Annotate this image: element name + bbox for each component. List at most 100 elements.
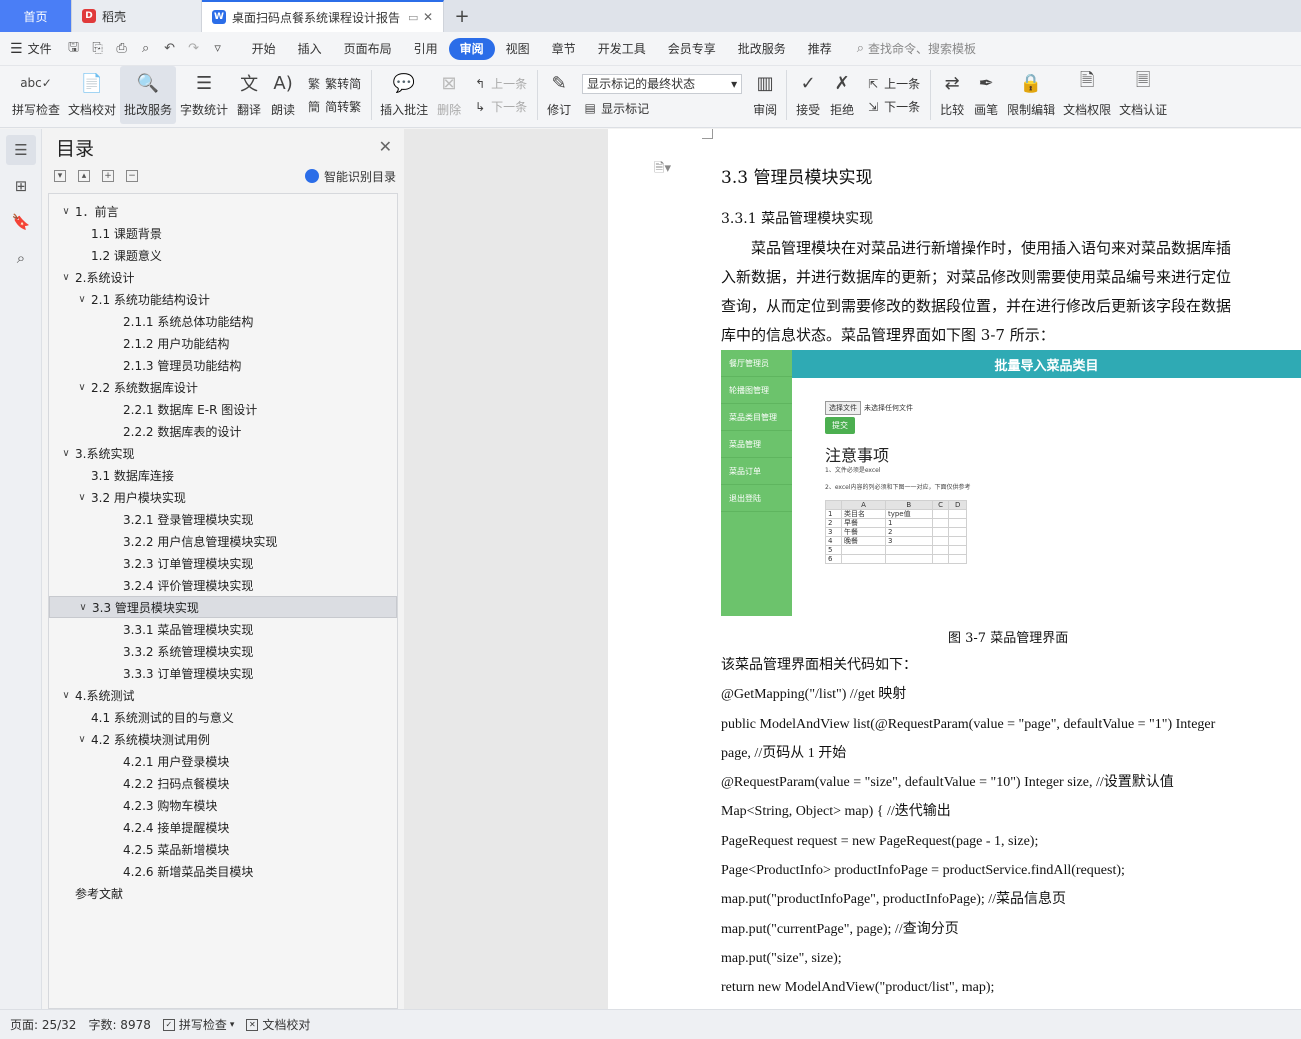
toc-icon[interactable]: ☰	[6, 135, 36, 165]
markup-mode-select[interactable]: 显示标记的最终状态 ▾	[582, 73, 743, 94]
close-tab-icon[interactable]: ✕	[423, 10, 433, 24]
word-counter[interactable]: 字数: 8978	[88, 1016, 150, 1033]
toc-item[interactable]: 3.3.1 菜品管理模块实现	[49, 618, 397, 640]
menu-tab-reference[interactable]: 引用	[403, 38, 449, 60]
toc-item[interactable]: 4.1 系统测试的目的与意义	[49, 706, 397, 728]
toc-item[interactable]: 4.2.3 购物车模块	[49, 794, 397, 816]
menu-tab-insert[interactable]: 插入	[287, 38, 333, 60]
doc-proof-button[interactable]: ✕ 文档校对	[246, 1016, 310, 1033]
chevron-down-icon[interactable]: ∨	[59, 206, 73, 217]
menu-tab-review[interactable]: 审阅	[448, 37, 495, 60]
menu-tab-view[interactable]: 视图	[495, 38, 541, 60]
toc-item[interactable]: ∨ 4.2 系统模块测试用例	[49, 728, 397, 750]
compare-button[interactable]: ⇄ 比较	[935, 66, 969, 124]
toc-item[interactable]: ∨ 2.2 系统数据库设计	[49, 376, 397, 398]
delete-comment-button[interactable]: ⊠ 删除	[432, 66, 466, 124]
translate-button[interactable]: 文 翻译	[232, 66, 266, 124]
toc-item[interactable]: 4.2.5 菜品新增模块	[49, 838, 397, 860]
track-changes-button[interactable]: ✎ 修订	[542, 66, 576, 124]
chevron-down-icon[interactable]: ∨	[75, 382, 89, 393]
collapse-all-icon[interactable]: −	[126, 170, 138, 182]
pen-button[interactable]: ✒ 画笔	[969, 66, 1003, 124]
redo-icon[interactable]: ↷	[185, 40, 203, 58]
chevron-down-icon[interactable]: ∨	[59, 272, 73, 283]
accept-button[interactable]: ✓ 接受	[791, 66, 825, 124]
prev-comment-button[interactable]: ↰ 上一条	[472, 75, 527, 92]
tab-home[interactable]: 首页	[0, 0, 72, 32]
navigation-icon[interactable]: ⊞	[6, 171, 36, 201]
toc-item[interactable]: ∨ 3.3 管理员模块实现	[49, 596, 397, 618]
simp-to-trad-button[interactable]: 簡 简转繁	[306, 98, 361, 115]
new-tab-button[interactable]: +	[444, 0, 480, 32]
trad-to-simp-button[interactable]: 繁 繁转简	[306, 75, 361, 92]
toc-item[interactable]: ∨ 2.1 系统功能结构设计	[49, 288, 397, 310]
menu-tab-layout[interactable]: 页面布局	[333, 38, 403, 60]
export-pdf-icon[interactable]: ⎘	[89, 40, 107, 58]
tab-daoke[interactable]: D 稻壳	[72, 0, 202, 32]
document-page[interactable]: 🗎▾ 3.3 管理员模块实现 3.3.1 菜品管理模块实现 菜品管理模块在对菜品…	[608, 129, 1301, 1009]
insert-comment-button[interactable]: 💬 插入批注	[376, 66, 432, 124]
toc-item[interactable]: 3.2.4 评价管理模块实现	[49, 574, 397, 596]
toc-item[interactable]: ∨ 3.2 用户模块实现	[49, 486, 397, 508]
expand-all-icon[interactable]: +	[102, 170, 114, 182]
chevron-down-icon[interactable]: ∨	[59, 690, 73, 701]
toc-item[interactable]: ∨ 2.系统设计	[49, 266, 397, 288]
monitor-icon[interactable]: ▭	[408, 11, 418, 24]
toc-item[interactable]: 1.2 课题意义	[49, 244, 397, 266]
doc-certify-button[interactable]: 🗏 文档认证	[1115, 66, 1171, 124]
next-comment-button[interactable]: ↳ 下一条	[472, 98, 527, 115]
chevron-down-icon[interactable]: ∨	[75, 294, 89, 305]
toc-item[interactable]: 3.3.3 订单管理模块实现	[49, 662, 397, 684]
chevron-down-icon[interactable]: ∨	[76, 602, 90, 613]
toc-item[interactable]: 参考文献	[49, 882, 397, 904]
customize-quickbar-icon[interactable]: ▿	[209, 40, 227, 58]
toc-item[interactable]: 3.2.1 登录管理模块实现	[49, 508, 397, 530]
review-pane-button[interactable]: ▥ 审阅	[748, 66, 782, 124]
show-markup-button[interactable]: ▤ 显示标记	[582, 100, 742, 117]
menu-tab-devtools[interactable]: 开发工具	[587, 38, 657, 60]
print-icon[interactable]: ⎙	[113, 40, 131, 58]
chevron-down-icon[interactable]: ∨	[59, 448, 73, 459]
toc-item[interactable]: 2.2.2 数据库表的设计	[49, 420, 397, 442]
word-count-button[interactable]: ☰ 字数统计	[176, 66, 232, 124]
search-icon[interactable]: ⌕	[6, 243, 36, 273]
toc-item[interactable]: ∨ 1．前言	[49, 200, 397, 222]
paragraph-handle-icon[interactable]: 🗎▾	[654, 159, 671, 181]
restrict-editing-button[interactable]: 🔒 限制编辑	[1003, 66, 1059, 124]
toc-item[interactable]: 2.1.2 用户功能结构	[49, 332, 397, 354]
chevron-down-icon[interactable]: ∨	[75, 492, 89, 503]
toc-item[interactable]: 4.2.6 新增菜品类目模块	[49, 860, 397, 882]
command-search[interactable]: ⌕ 查找命令、搜索模板	[857, 40, 976, 57]
collapse-level-icon[interactable]: ▴	[78, 170, 90, 182]
expand-level-icon[interactable]: ▾	[54, 170, 66, 182]
doc-check-button[interactable]: 📄 文档校对	[64, 66, 120, 124]
menu-tab-recommend[interactable]: 推荐	[797, 38, 843, 60]
spell-check-toggle[interactable]: ✓ 拼写检查 ▾	[162, 1016, 234, 1033]
tab-document[interactable]: W 桌面扫码点餐系统课程设计报告 ▭ ✕	[202, 0, 444, 32]
save-icon[interactable]: 🖫	[65, 40, 83, 58]
print-preview-icon[interactable]: ⌕	[137, 40, 155, 58]
toc-item[interactable]: 2.2.1 数据库 E-R 图设计	[49, 398, 397, 420]
chevron-down-icon[interactable]: ∨	[75, 734, 89, 745]
toc-item[interactable]: 3.2.3 订单管理模块实现	[49, 552, 397, 574]
toc-item[interactable]: 1.1 课题背景	[49, 222, 397, 244]
doc-permission-button[interactable]: 🗎 文档权限	[1059, 66, 1115, 124]
next-change-button[interactable]: ⇲ 下一条	[865, 98, 920, 115]
bookmark-icon[interactable]: 🔖	[6, 207, 36, 237]
toc-item[interactable]: 4.2.1 用户登录模块	[49, 750, 397, 772]
toc-item[interactable]: ∨ 4.系统测试	[49, 684, 397, 706]
toc-item[interactable]: 4.2.2 扫码点餐模块	[49, 772, 397, 794]
file-menu[interactable]: ☰ 文件	[10, 40, 52, 57]
prev-change-button[interactable]: ⇱ 上一条	[865, 75, 920, 92]
read-aloud-button[interactable]: A) 朗读	[266, 66, 300, 124]
menu-tab-member[interactable]: 会员专享	[657, 38, 727, 60]
toc-item[interactable]: ∨ 3.系统实现	[49, 442, 397, 464]
menu-tab-chapter[interactable]: 章节	[541, 38, 587, 60]
close-icon[interactable]: ✕	[379, 137, 392, 156]
spell-check-button[interactable]: abc✓ 拼写检查	[8, 66, 64, 124]
smart-toc-button[interactable]: 智能识别目录	[304, 168, 396, 185]
toc-item[interactable]: 2.1.3 管理员功能结构	[49, 354, 397, 376]
menu-tab-correction[interactable]: 批改服务	[727, 38, 797, 60]
toc-item[interactable]: 2.1.1 系统总体功能结构	[49, 310, 397, 332]
toc-item[interactable]: 3.1 数据库连接	[49, 464, 397, 486]
